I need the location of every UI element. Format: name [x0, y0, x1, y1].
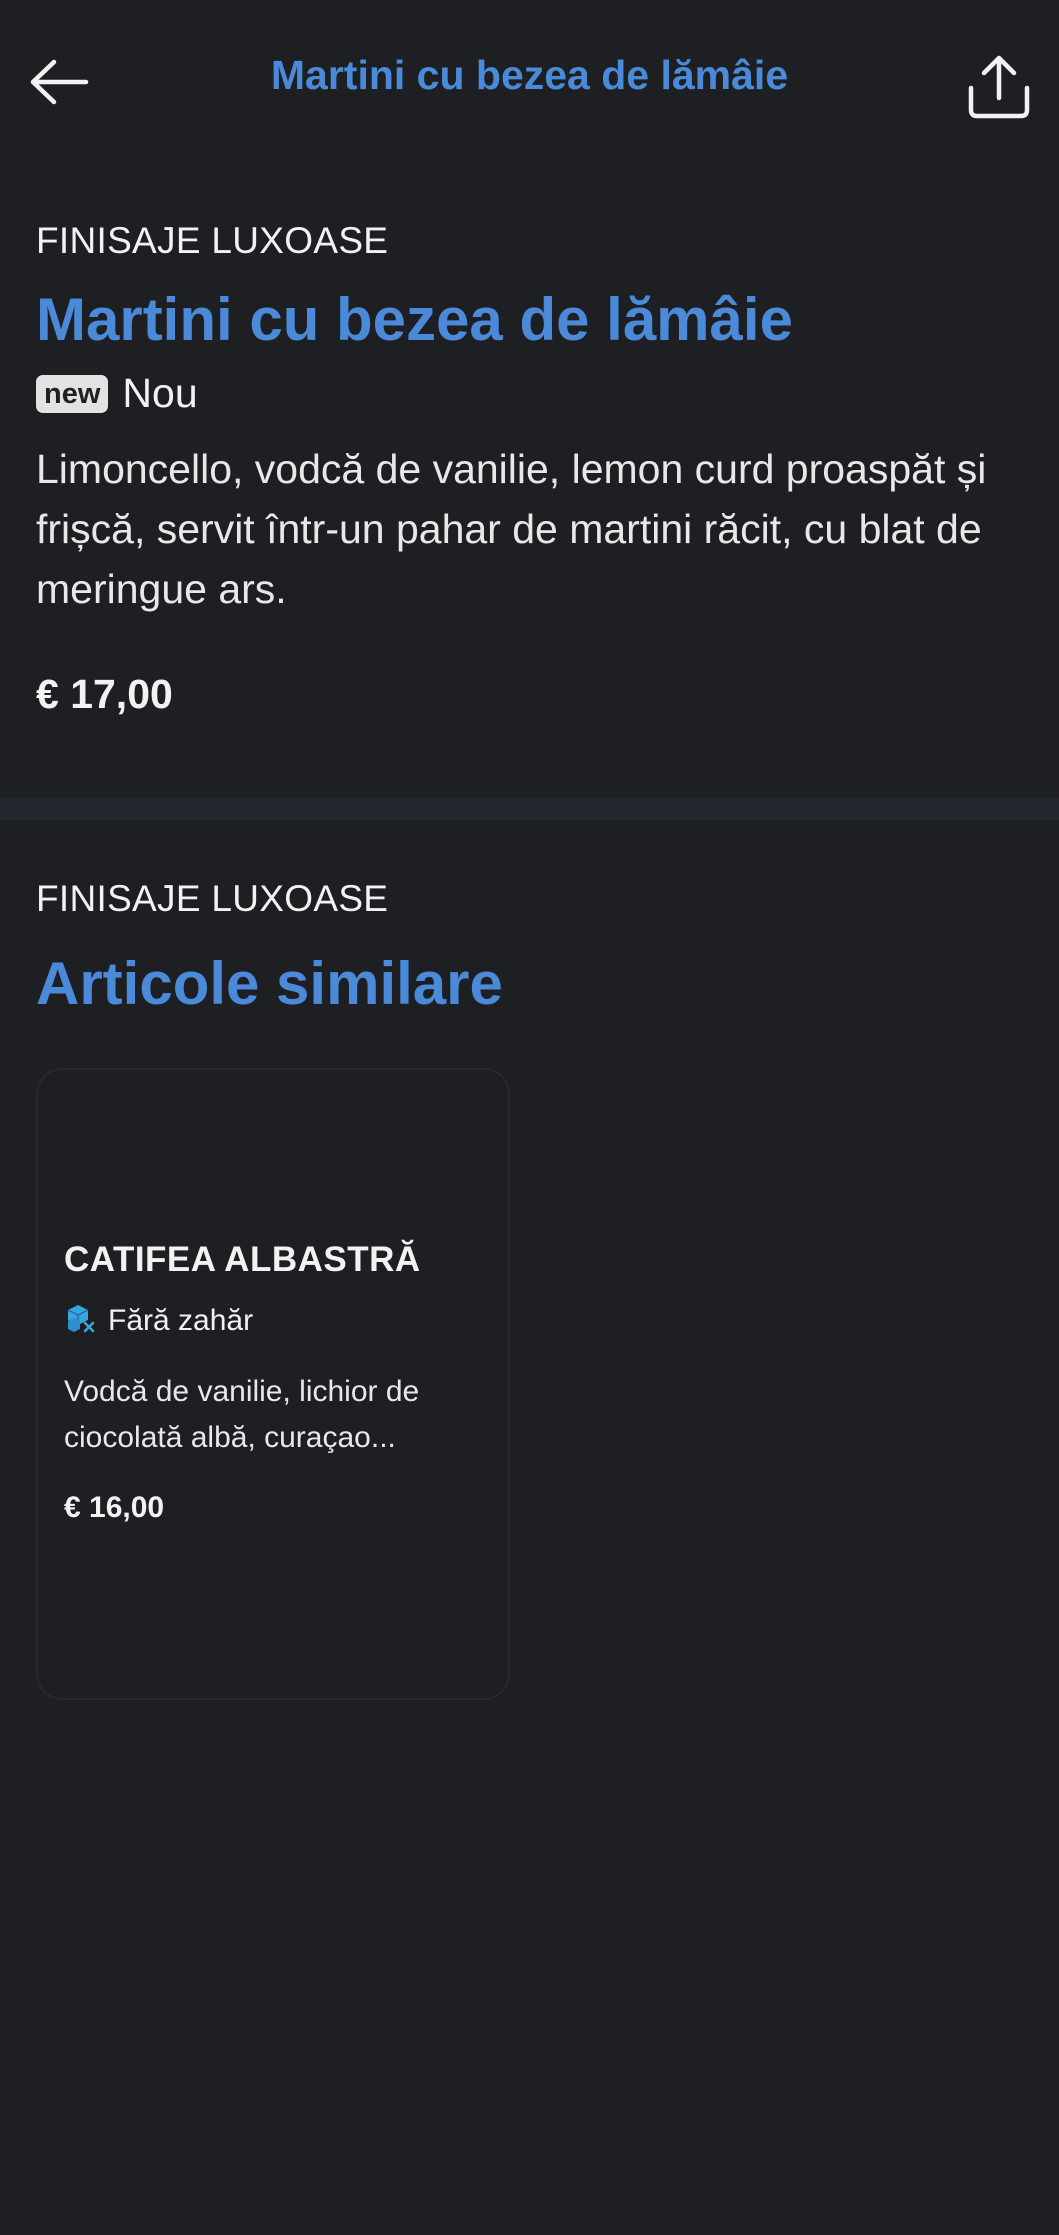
- sugar-free-icon: [64, 1302, 96, 1339]
- similar-section: FINISAJE LUXOASE Articole similare: [36, 878, 1023, 1020]
- item-details: FINISAJE LUXOASE Martini cu bezea de lăm…: [36, 220, 1023, 718]
- similar-category: FINISAJE LUXOASE: [36, 878, 389, 919]
- back-button[interactable]: [28, 48, 118, 120]
- new-badge: new: [36, 374, 109, 413]
- badge-row: new Nou: [36, 370, 1023, 417]
- card-content: CATIFEA ALBASTRĂ Fără zahăr Vodcă de van…: [64, 1240, 488, 1525]
- item-title: Martini cu bezea de lămâie: [36, 286, 793, 353]
- card-price: € 16,00: [64, 1491, 165, 1524]
- item-description: Limoncello, vodcă de vanilie, lemon curd…: [36, 446, 987, 612]
- share-button[interactable]: [941, 44, 1031, 134]
- arrow-left-icon: [28, 59, 90, 110]
- item-category: FINISAJE LUXOASE: [36, 220, 389, 261]
- card-tag: Fără zahăr: [64, 1302, 488, 1339]
- share-icon: [967, 54, 1031, 125]
- item-detail-page: Martini cu bezea de lămâie FINISAJE LUXO…: [0, 0, 1059, 2235]
- section-divider: [0, 798, 1059, 820]
- card-description: Vodcă de vanilie, lichior de ciocolată a…: [64, 1375, 420, 1454]
- similar-title: Articole similare: [36, 950, 503, 1017]
- card-tag-label: Fără zahăr: [108, 1303, 254, 1337]
- similar-item-card[interactable]: CATIFEA ALBASTRĂ Fără zahăr Vodcă de van…: [36, 1068, 510, 1700]
- item-price: € 17,00: [36, 671, 173, 717]
- header-title: Martini cu bezea de lămâie: [270, 52, 789, 98]
- card-title: CATIFEA ALBASTRĂ: [64, 1240, 421, 1279]
- top-bar: Martini cu bezea de lămâie: [0, 0, 1059, 170]
- new-badge-label: Nou: [122, 370, 198, 416]
